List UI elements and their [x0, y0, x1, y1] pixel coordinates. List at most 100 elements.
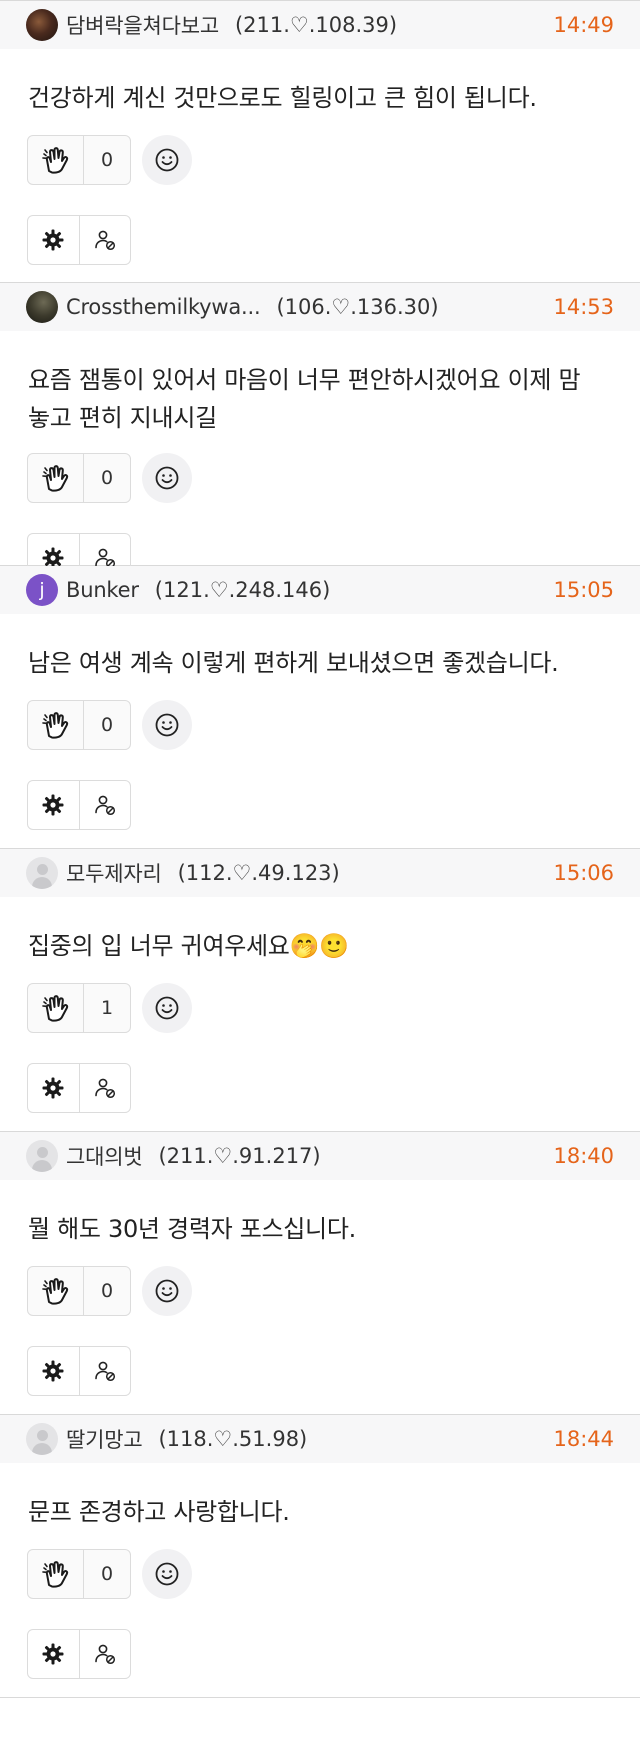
reaction-row: 1: [0, 983, 640, 1033]
gear-icon: [42, 229, 64, 251]
block-user-button[interactable]: [78, 1630, 131, 1678]
comment-text: 뭘 해도 30년 경력자 포스십니다.: [0, 1180, 640, 1266]
like-button[interactable]: 0: [27, 135, 131, 185]
like-count: 0: [100, 1563, 114, 1585]
comment-text-line: 건강하게 계신 것만으로도 힐링이고 큰 힘이 됩니다.: [28, 84, 537, 112]
tool-row: [0, 1063, 640, 1113]
comment-text-line: 요즘 잼통이 있어서 마음이 너무 편안하시겠어요 이제 맘: [28, 366, 581, 394]
like-button[interactable]: 0: [27, 1549, 131, 1599]
tool-group: [27, 1346, 131, 1396]
settings-button[interactable]: [28, 1630, 79, 1678]
ip-address: (106.♡.136.30): [276, 295, 439, 319]
block-user-button[interactable]: [78, 1347, 131, 1395]
block-user-button[interactable]: [78, 1064, 131, 1112]
like-button[interactable]: 1: [27, 983, 131, 1033]
tool-group: [27, 1629, 131, 1679]
avatar[interactable]: [26, 9, 58, 41]
comment-header: 담벼락을쳐다보고 (211.♡.108.39) 14:49: [0, 1, 640, 49]
settings-button[interactable]: [28, 1064, 79, 1112]
comment-time: 14:53: [553, 295, 614, 319]
clapping-hand-icon: [28, 1267, 84, 1315]
block-user-button[interactable]: [78, 216, 131, 264]
tool-row: [0, 1346, 640, 1396]
comment: Crossthemilkywa... (106.♡.136.30) 14:53 …: [0, 283, 640, 583]
like-button[interactable]: 0: [27, 453, 131, 503]
user-block-icon: [94, 1644, 115, 1665]
user-block-icon: [94, 1361, 115, 1382]
tool-group: [27, 780, 131, 830]
comment-text: 문프 존경하고 사랑합니다.: [0, 1463, 640, 1549]
user-block-icon: [94, 230, 115, 251]
comment-text-line: 뭘 해도 30년 경력자 포스십니다.: [28, 1215, 356, 1243]
clapping-hand-icon: [28, 1550, 84, 1598]
comment: 그대의벗 (211.♡.91.217) 18:40 뭘 해도 30년 경력자 포…: [0, 1132, 640, 1415]
avatar[interactable]: [26, 291, 58, 323]
settings-button[interactable]: [28, 1347, 79, 1395]
clapping-hand-icon: [28, 984, 84, 1032]
settings-button[interactable]: [28, 781, 79, 829]
comment-time: 18:40: [553, 1144, 614, 1168]
reaction-row: 0: [0, 1549, 640, 1599]
tool-row: [0, 780, 640, 830]
emoji-reaction-button[interactable]: [142, 135, 192, 185]
avatar[interactable]: [26, 1140, 58, 1172]
settings-button[interactable]: [28, 216, 79, 264]
like-count: 0: [100, 1280, 114, 1302]
smiley-face-icon: [155, 713, 179, 737]
block-user-button[interactable]: [78, 781, 131, 829]
avatar[interactable]: [26, 857, 58, 889]
nickname[interactable]: 담벼락을쳐다보고: [66, 10, 219, 40]
comment-text-line: 집중의 입 너무 귀여우세요🤭🙂: [28, 932, 349, 960]
ip-address: (112.♡.49.123): [177, 861, 340, 885]
avatar[interactable]: [26, 1423, 58, 1455]
like-button[interactable]: 0: [27, 1266, 131, 1316]
comment-header: 모두제자리 (112.♡.49.123) 15:06: [0, 849, 640, 897]
gear-icon: [42, 794, 64, 816]
tool-group: [27, 1063, 131, 1113]
clapping-hand-icon: [28, 136, 84, 184]
comment: j Bunker (121.♡.248.146) 15:05 남은 여생 계속 …: [0, 566, 640, 849]
comment-text-line: 문프 존경하고 사랑합니다.: [28, 1498, 290, 1526]
comment-text: 건강하게 계신 것만으로도 힐링이고 큰 힘이 됩니다.: [0, 49, 640, 135]
user-block-icon: [94, 795, 115, 816]
comment-text: 남은 여생 계속 이렇게 편하게 보내셨으면 좋겠습니다.: [0, 614, 640, 700]
emoji-reaction-button[interactable]: [142, 1549, 192, 1599]
ip-address: (118.♡.51.98): [158, 1427, 308, 1451]
user-block-icon: [94, 1078, 115, 1099]
reaction-row: 0: [0, 700, 640, 750]
nickname[interactable]: 딸기망고: [66, 1424, 143, 1454]
nickname[interactable]: Crossthemilkywa...: [66, 295, 261, 319]
smiley-face-icon: [155, 1562, 179, 1586]
comment-time: 18:44: [553, 1427, 614, 1451]
comment-list: 담벼락을쳐다보고 (211.♡.108.39) 14:49 건강하게 계신 것만…: [0, 0, 640, 1698]
gear-icon: [42, 1360, 64, 1382]
comment-header: 그대의벗 (211.♡.91.217) 18:40: [0, 1132, 640, 1180]
emoji-reaction-button[interactable]: [142, 1266, 192, 1316]
gear-icon: [42, 1643, 64, 1665]
nickname[interactable]: 그대의벗: [66, 1141, 143, 1171]
like-button[interactable]: 0: [27, 700, 131, 750]
smiley-face-icon: [155, 1279, 179, 1303]
gear-icon: [42, 1077, 64, 1099]
comment-text: 요즘 잼통이 있어서 마음이 너무 편안하시겠어요 이제 맘 놓고 편히 지내시…: [0, 331, 640, 453]
tool-row: [0, 215, 640, 265]
ip-address: (121.♡.248.146): [154, 578, 331, 602]
comment-time: 15:05: [553, 578, 614, 602]
emoji-reaction-button[interactable]: [142, 983, 192, 1033]
smiley-face-icon: [155, 148, 179, 172]
reaction-row: 0: [0, 453, 640, 503]
like-count: 0: [100, 149, 114, 171]
emoji-reaction-button[interactable]: [142, 700, 192, 750]
comment-text: 집중의 입 너무 귀여우세요🤭🙂: [0, 897, 640, 983]
nickname[interactable]: Bunker: [66, 578, 139, 602]
comment-time: 14:49: [553, 13, 614, 37]
emoji-reaction-button[interactable]: [142, 453, 192, 503]
nickname[interactable]: 모두제자리: [66, 858, 162, 888]
tool-group: [27, 215, 131, 265]
avatar-letter: j: [39, 579, 45, 601]
like-count: 0: [100, 714, 114, 736]
avatar[interactable]: j: [26, 574, 58, 606]
comment-text-line: 놓고 편히 지내시길: [28, 404, 217, 432]
comment-time: 15:06: [553, 861, 614, 885]
ip-address: (211.♡.91.217): [158, 1144, 321, 1168]
